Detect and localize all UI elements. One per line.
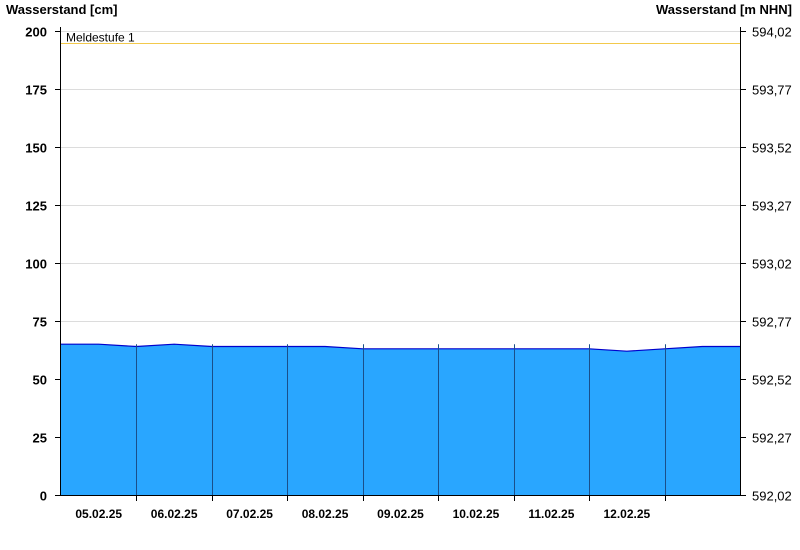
x-tick-label: 07.02.25	[226, 507, 273, 521]
y-tick-label-right: 594,02	[752, 25, 792, 40]
y-tick-label-left: 200	[25, 25, 47, 40]
x-tick-label: 06.02.25	[151, 507, 198, 521]
y-tick-label-left: 150	[25, 141, 47, 156]
x-tick-label: 08.02.25	[302, 507, 349, 521]
x-tick-label: 10.02.25	[453, 507, 500, 521]
water-level-chart: Wasserstand [cm] Wasserstand [m NHN] Mel…	[6, 2, 792, 521]
x-tick-label: 05.02.25	[75, 507, 122, 521]
y-tick-label-right: 593,02	[752, 257, 792, 272]
series-layer	[61, 343, 740, 495]
y-tick-label-left: 25	[33, 431, 47, 446]
y-tick-label-right: 592,27	[752, 431, 792, 446]
series-area-0	[61, 344, 740, 495]
y-tick-label-right: 593,27	[752, 199, 792, 214]
y-tick-label-left: 0	[40, 489, 47, 504]
y-tick-label-left: 125	[25, 199, 47, 214]
y-tick-label-left: 100	[25, 257, 47, 272]
y-tick-label-left: 175	[25, 83, 47, 98]
y-tick-label-right: 593,52	[752, 141, 792, 156]
y-tick-label-right: 592,02	[752, 489, 792, 504]
y-tick-label-left: 75	[33, 315, 47, 330]
x-tick-label: 09.02.25	[377, 507, 424, 521]
x-tick-label: 11.02.25	[528, 507, 574, 521]
y-tick-label-left: 50	[33, 373, 47, 388]
threshold-layer: Meldestufe 1	[61, 31, 740, 45]
x-tick-label: 12.02.25	[603, 507, 650, 521]
y-tick-label-right: 592,77	[752, 315, 792, 330]
y-axis-label-right: Wasserstand [m NHN]	[656, 2, 792, 17]
threshold-label: Meldestufe 1	[66, 31, 135, 45]
y-axis-label-left: Wasserstand [cm]	[6, 2, 118, 17]
y-tick-label-right: 593,77	[752, 83, 792, 98]
y-tick-label-right: 592,52	[752, 373, 792, 388]
